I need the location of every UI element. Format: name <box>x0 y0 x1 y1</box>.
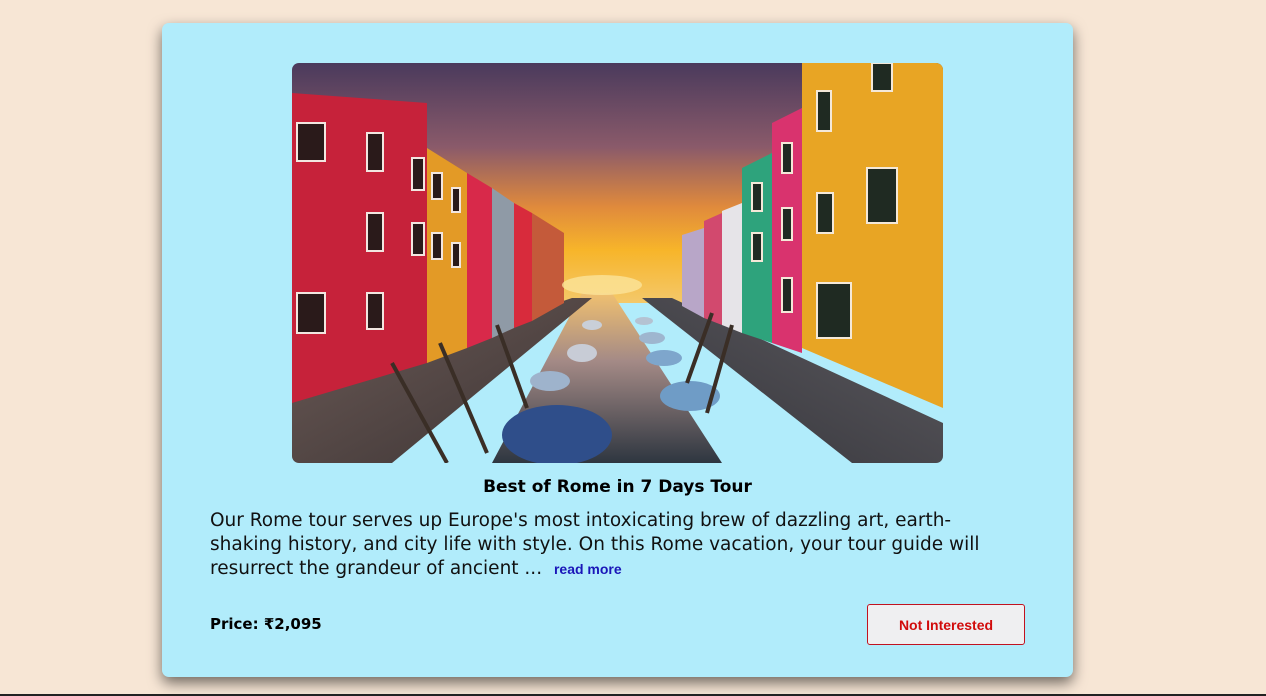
not-interested-button[interactable]: Not Interested <box>867 604 1025 645</box>
tour-card: Best of Rome in 7 Days Tour Our Rome tou… <box>162 23 1073 677</box>
tour-description: Our Rome tour serves up Europe's most in… <box>210 509 1000 581</box>
tour-image <box>292 63 943 463</box>
tour-title: Best of Rome in 7 Days Tour <box>483 477 752 497</box>
read-more-link[interactable]: read more <box>554 561 622 577</box>
tour-price: Price: ₹2,095 <box>210 615 322 633</box>
